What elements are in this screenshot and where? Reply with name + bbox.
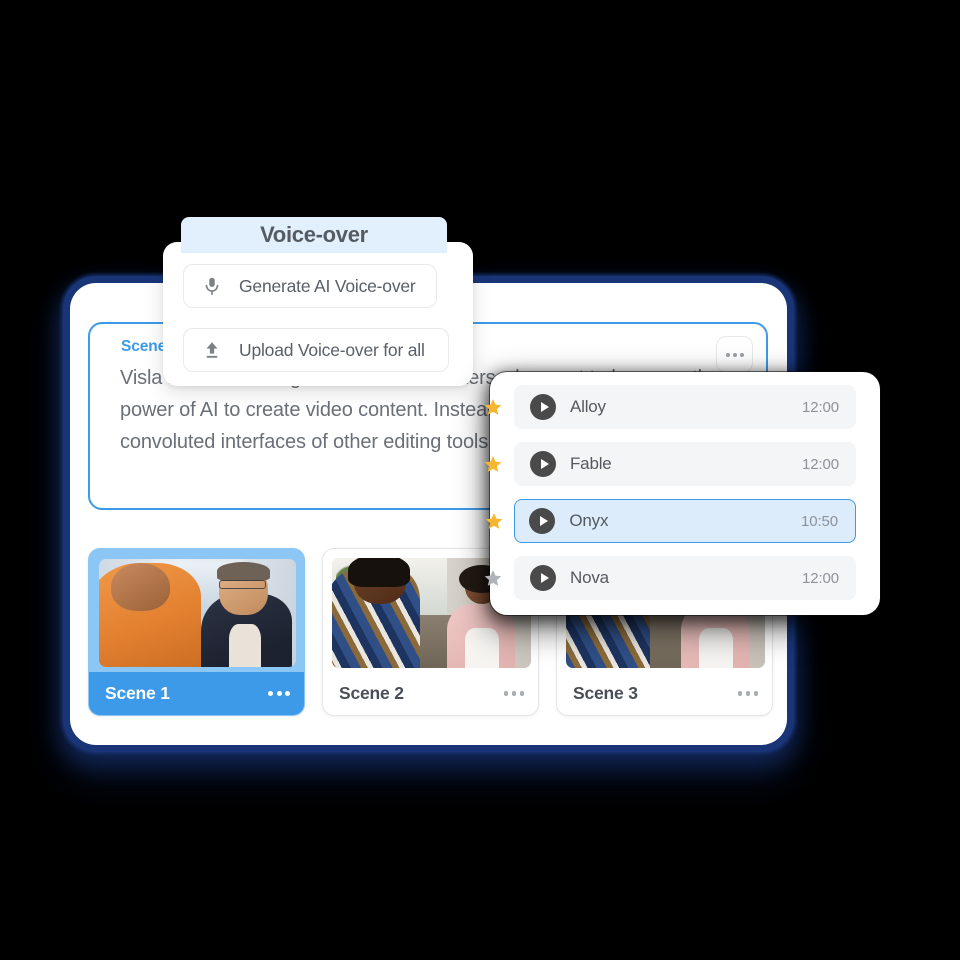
play-icon[interactable] [530, 565, 556, 591]
voice-duration: 12:00 [801, 455, 839, 473]
play-icon[interactable] [529, 508, 556, 534]
dot-icon [732, 352, 737, 357]
upload-voice-over-for-all-button[interactable]: Upload Voice-over for all [183, 328, 449, 372]
scene-card-footer: Scene 3 [557, 672, 772, 715]
microphone-icon [205, 277, 219, 296]
dot-icon [739, 352, 744, 357]
dot-icon [725, 352, 730, 357]
dot-icon [503, 691, 508, 696]
voice-list-panel: Alloy 12:00 Fable 12:00 Onyx 10:50 Nova … [484, 372, 880, 615]
voice-over-popup-title: Voice-over [260, 222, 368, 247]
scene-card-label: Scene 1 [105, 683, 170, 703]
thumbnail-artwork [99, 559, 296, 667]
dot-icon [737, 691, 742, 696]
play-icon[interactable] [530, 394, 556, 420]
dot-icon [276, 691, 282, 696]
scene-card-label: Scene 3 [573, 683, 638, 703]
voice-duration: 10:50 [800, 512, 838, 530]
scene-editor-more-button[interactable] [716, 336, 753, 373]
voice-row-fable[interactable]: Fable 12:00 [484, 442, 856, 486]
dot-icon [268, 691, 273, 696]
dot-icon [519, 691, 524, 696]
voice-duration: 12:00 [801, 398, 839, 416]
voice-over-popup-header: Voice-over [181, 217, 447, 253]
scene-card-label: Scene 2 [339, 683, 404, 703]
scene-card-footer: Scene 1 [89, 672, 304, 715]
play-icon[interactable] [530, 451, 556, 477]
dot-icon [511, 691, 516, 696]
scene-card-1[interactable]: Scene 1 [88, 548, 305, 716]
scene-card-more-button[interactable] [503, 691, 524, 696]
voice-name: Nova [570, 568, 609, 587]
scene-card-footer: Scene 2 [323, 672, 538, 715]
voice-name: Onyx [569, 511, 609, 530]
dot-icon [745, 691, 750, 696]
star-icon[interactable] [483, 454, 503, 474]
screenshot-stage: Scene 1 Visla is an AI video generator f… [0, 0, 960, 960]
star-icon[interactable] [483, 568, 503, 588]
voice-list: Alloy 12:00 Fable 12:00 Onyx 10:50 Nova … [484, 385, 880, 613]
scene-thumbnail-1 [99, 559, 296, 667]
voice-name: Alloy [570, 397, 606, 416]
dot-icon [753, 691, 758, 696]
generate-ai-voice-over-button[interactable]: Generate AI Voice-over [183, 264, 437, 308]
dot-icon [285, 691, 290, 696]
star-icon[interactable] [483, 397, 503, 417]
scene-card-more-button[interactable] [268, 691, 290, 696]
voice-row-alloy[interactable]: Alloy 12:00 [484, 385, 856, 429]
voice-duration: 12:00 [801, 569, 839, 587]
star-icon[interactable] [484, 511, 504, 531]
voice-row-nova[interactable]: Nova 12:00 [484, 556, 856, 600]
upload-voice-over-label: Upload Voice-over for all [239, 339, 425, 360]
scene-card-more-button[interactable] [737, 691, 758, 696]
upload-icon [206, 342, 218, 358]
voice-row-onyx[interactable]: Onyx 10:50 [485, 499, 856, 543]
generate-ai-voice-over-label: Generate AI Voice-over [239, 275, 416, 296]
voice-name: Fable [570, 454, 612, 473]
